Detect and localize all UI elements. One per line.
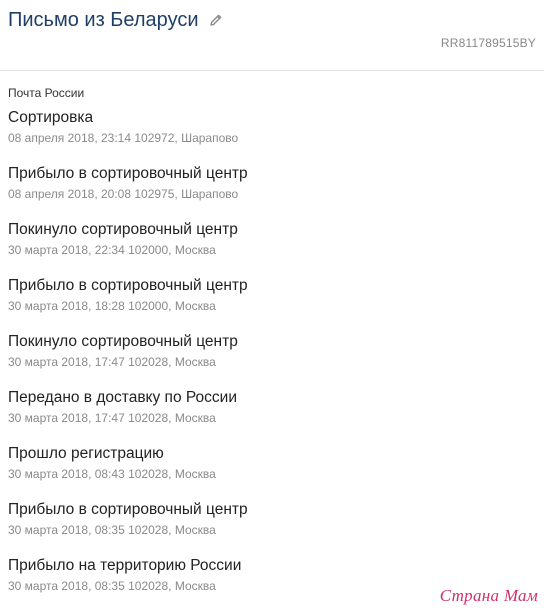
carrier-name: Почта России: [8, 86, 85, 100]
event-status: Прибыло в сортировочный центр: [8, 501, 248, 518]
event-status: Покинуло сортировочный центр: [8, 333, 238, 350]
event-meta: 30 марта 2018, 08:35 102028, Москва: [8, 523, 216, 537]
event-status: Прибыло в сортировочный центр: [8, 277, 248, 294]
parcel-title: Письмо из Беларуси: [8, 9, 199, 31]
tracking-event: Покинуло сортировочный центр 30 марта 20…: [8, 220, 536, 276]
tracking-events-list: Сортировка 08 апреля 2018, 23:14 102972,…: [8, 108, 536, 612]
tracking-event: Покинуло сортировочный центр 30 марта 20…: [8, 332, 536, 388]
pencil-icon[interactable]: [209, 13, 223, 27]
tracking-event: Сортировка 08 апреля 2018, 23:14 102972,…: [8, 108, 536, 164]
tracking-event: Прошло регистрацию 30 марта 2018, 08:43 …: [8, 444, 536, 500]
tracking-number: RR811789515BY: [440, 36, 536, 50]
tracking-event: Прибыло в сортировочный центр 30 марта 2…: [8, 276, 536, 332]
event-meta: 30 марта 2018, 17:47 102028, Москва: [8, 355, 216, 369]
event-status: Прибыло на территорию России: [8, 557, 242, 574]
event-status: Прибыло в сортировочный центр: [8, 165, 248, 182]
event-meta: 08 апреля 2018, 23:14 102972, Шарапово: [8, 131, 239, 145]
title-row: Письмо из Беларуси: [8, 8, 223, 32]
event-status: Прошло регистрацию: [8, 445, 164, 462]
parcel-header: Письмо из Беларуси RR811789515BY: [0, 0, 544, 71]
tracking-event: Прибыло в сортировочный центр 30 марта 2…: [8, 500, 536, 556]
site-watermark: Страна Мам: [439, 586, 538, 605]
event-status: Покинуло сортировочный центр: [8, 221, 238, 238]
event-meta: 30 марта 2018, 17:47 102028, Москва: [8, 411, 216, 425]
event-meta: 08 апреля 2018, 20:08 102975, Шарапово: [8, 187, 239, 201]
event-meta: 30 марта 2018, 18:28 102000, Москва: [8, 299, 216, 313]
event-meta: 30 марта 2018, 22:34 102000, Москва: [8, 243, 216, 257]
event-status: Сортировка: [8, 109, 94, 126]
event-meta: 30 марта 2018, 08:43 102028, Москва: [8, 467, 216, 481]
event-status: Передано в доставку по России: [8, 389, 237, 406]
tracking-event: Прибыло в сортировочный центр 08 апреля …: [8, 164, 536, 220]
tracking-event: Передано в доставку по России 30 марта 2…: [8, 388, 536, 444]
